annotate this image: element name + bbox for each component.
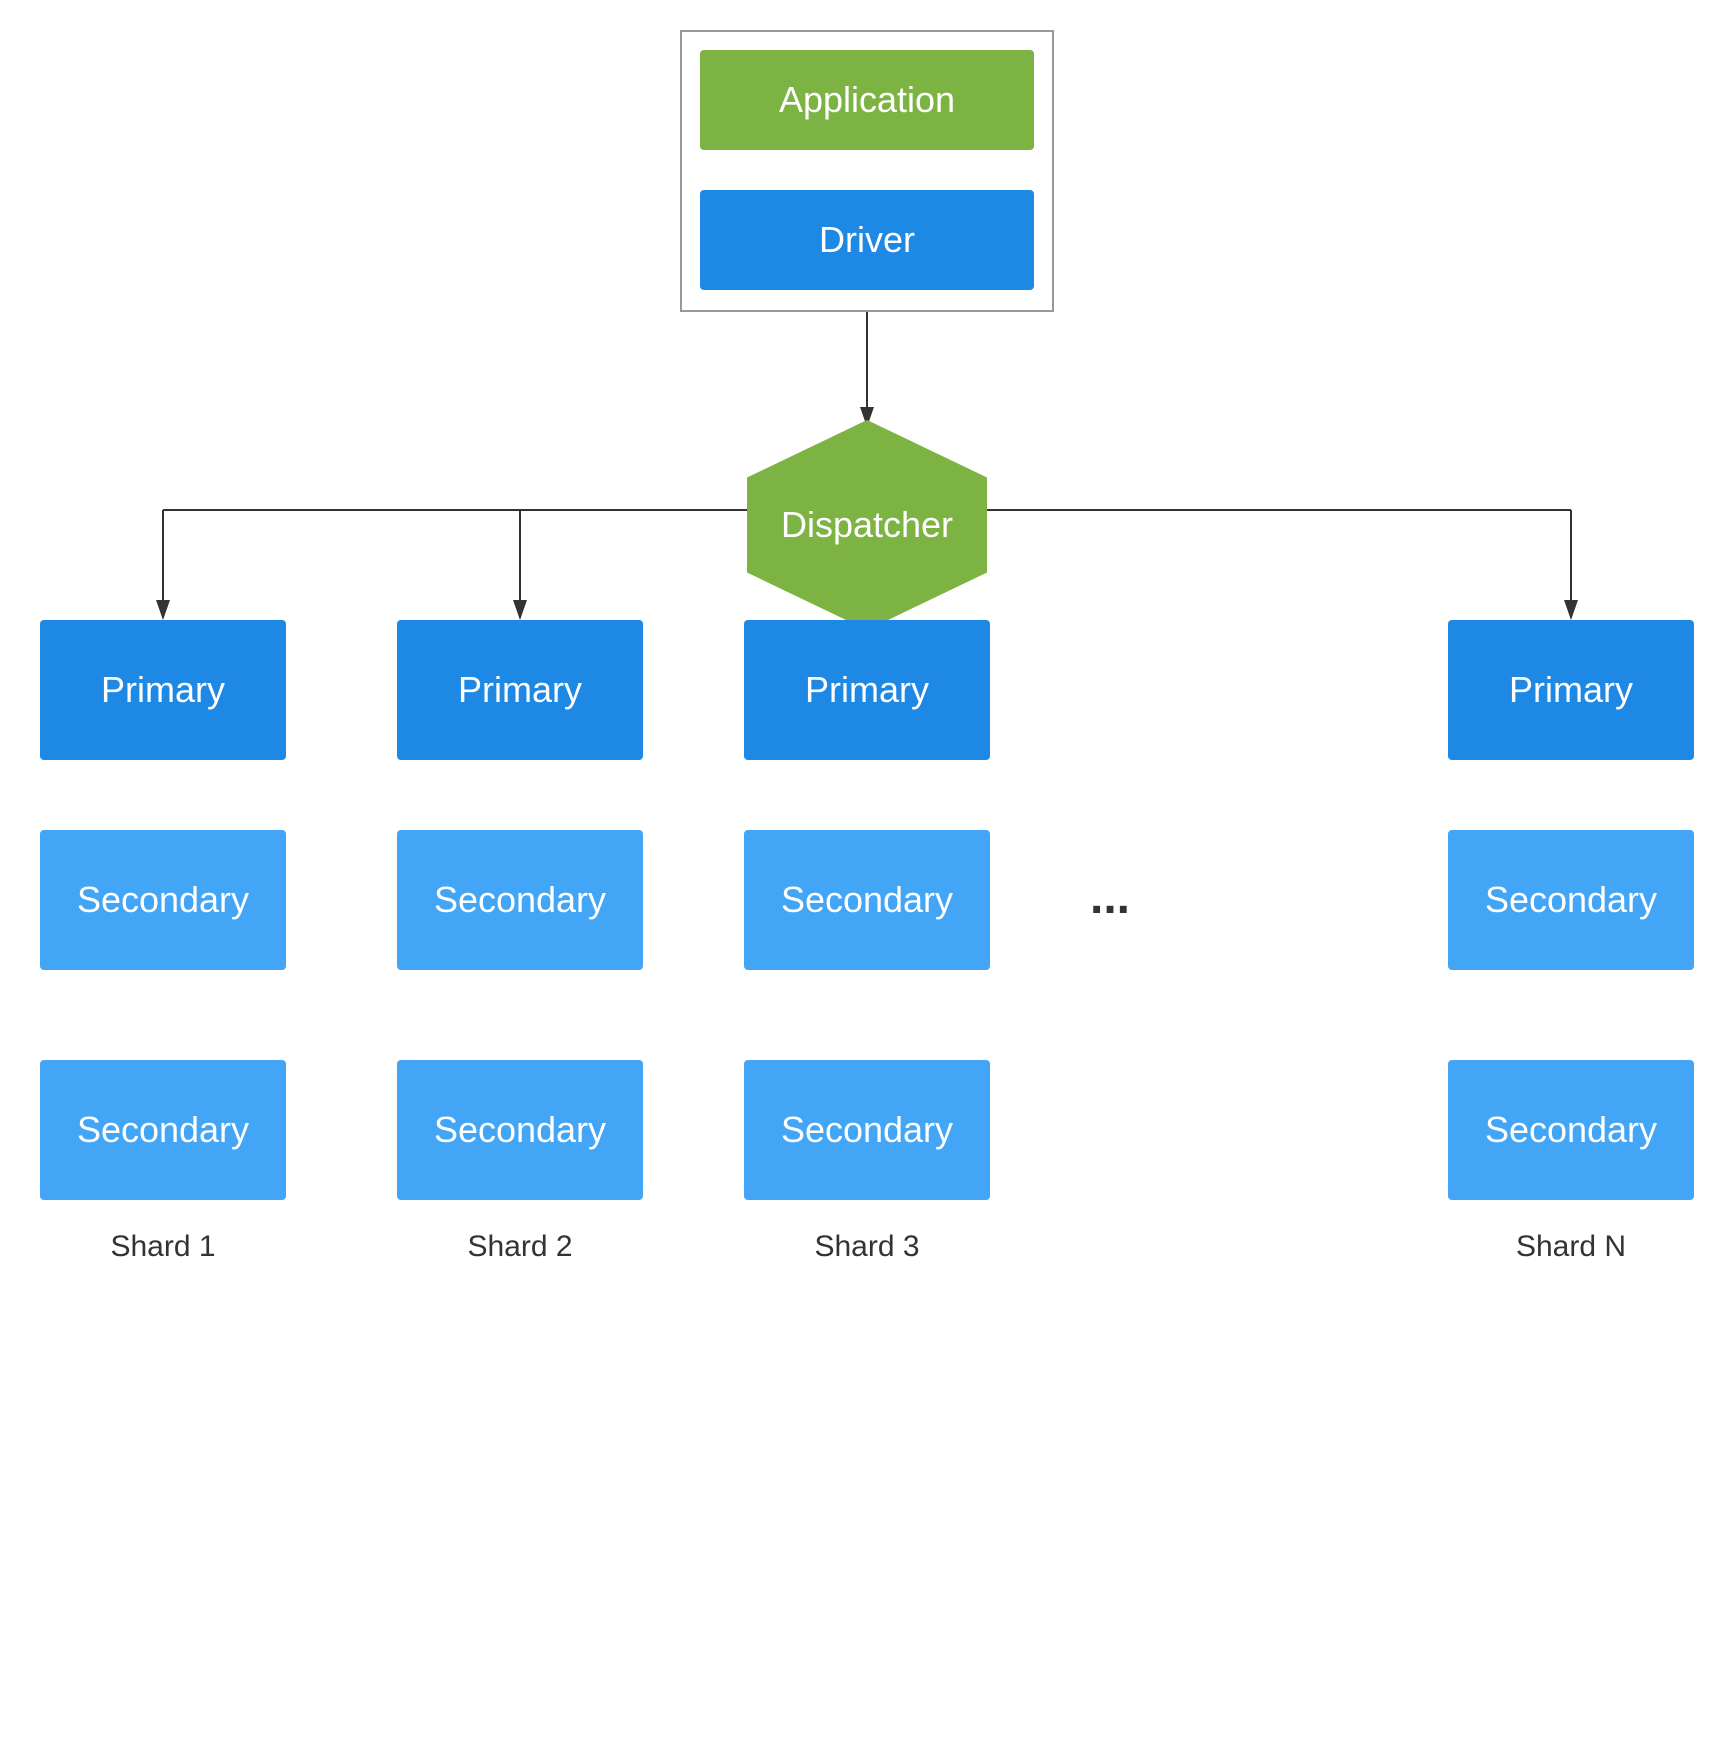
driver-label: Driver: [819, 219, 915, 261]
primary-box-1: Primary: [40, 620, 286, 760]
secondary-3a-label: Secondary: [781, 879, 953, 921]
secondary-1a-label: Secondary: [77, 879, 249, 921]
primary-box-3: Primary: [744, 620, 990, 760]
primary-3-label: Primary: [805, 669, 929, 711]
secondary-1b-label: Secondary: [77, 1109, 249, 1151]
primary-box-4: Primary: [1448, 620, 1694, 760]
shard-label-1: Shard 1: [80, 1230, 246, 1264]
secondary-box-3b: Secondary: [744, 1060, 990, 1200]
secondary-box-4a: Secondary: [1448, 830, 1694, 970]
secondary-4a-label: Secondary: [1485, 879, 1657, 921]
ellipsis-indicator: ...: [1090, 870, 1130, 925]
secondary-3b-label: Secondary: [781, 1109, 953, 1151]
primary-box-2: Primary: [397, 620, 643, 760]
shard-label-n: Shard N: [1488, 1230, 1654, 1264]
primary-2-label: Primary: [458, 669, 582, 711]
driver-box: Driver: [700, 190, 1034, 290]
secondary-4b-label: Secondary: [1485, 1109, 1657, 1151]
architecture-diagram: Application Driver Dispatcher Primary Pr…: [0, 0, 1734, 1751]
shard-label-2: Shard 2: [437, 1230, 603, 1264]
dispatcher-label: Dispatcher: [781, 504, 953, 546]
primary-1-label: Primary: [101, 669, 225, 711]
primary-4-label: Primary: [1509, 669, 1633, 711]
secondary-box-2a: Secondary: [397, 830, 643, 970]
secondary-2b-label: Secondary: [434, 1109, 606, 1151]
dispatcher-hexagon: Dispatcher: [747, 420, 987, 630]
secondary-box-4b: Secondary: [1448, 1060, 1694, 1200]
shard-label-3: Shard 3: [784, 1230, 950, 1264]
secondary-2a-label: Secondary: [434, 879, 606, 921]
secondary-box-1a: Secondary: [40, 830, 286, 970]
application-box: Application: [700, 50, 1034, 150]
application-label: Application: [779, 79, 955, 121]
secondary-box-1b: Secondary: [40, 1060, 286, 1200]
secondary-box-3a: Secondary: [744, 830, 990, 970]
secondary-box-2b: Secondary: [397, 1060, 643, 1200]
